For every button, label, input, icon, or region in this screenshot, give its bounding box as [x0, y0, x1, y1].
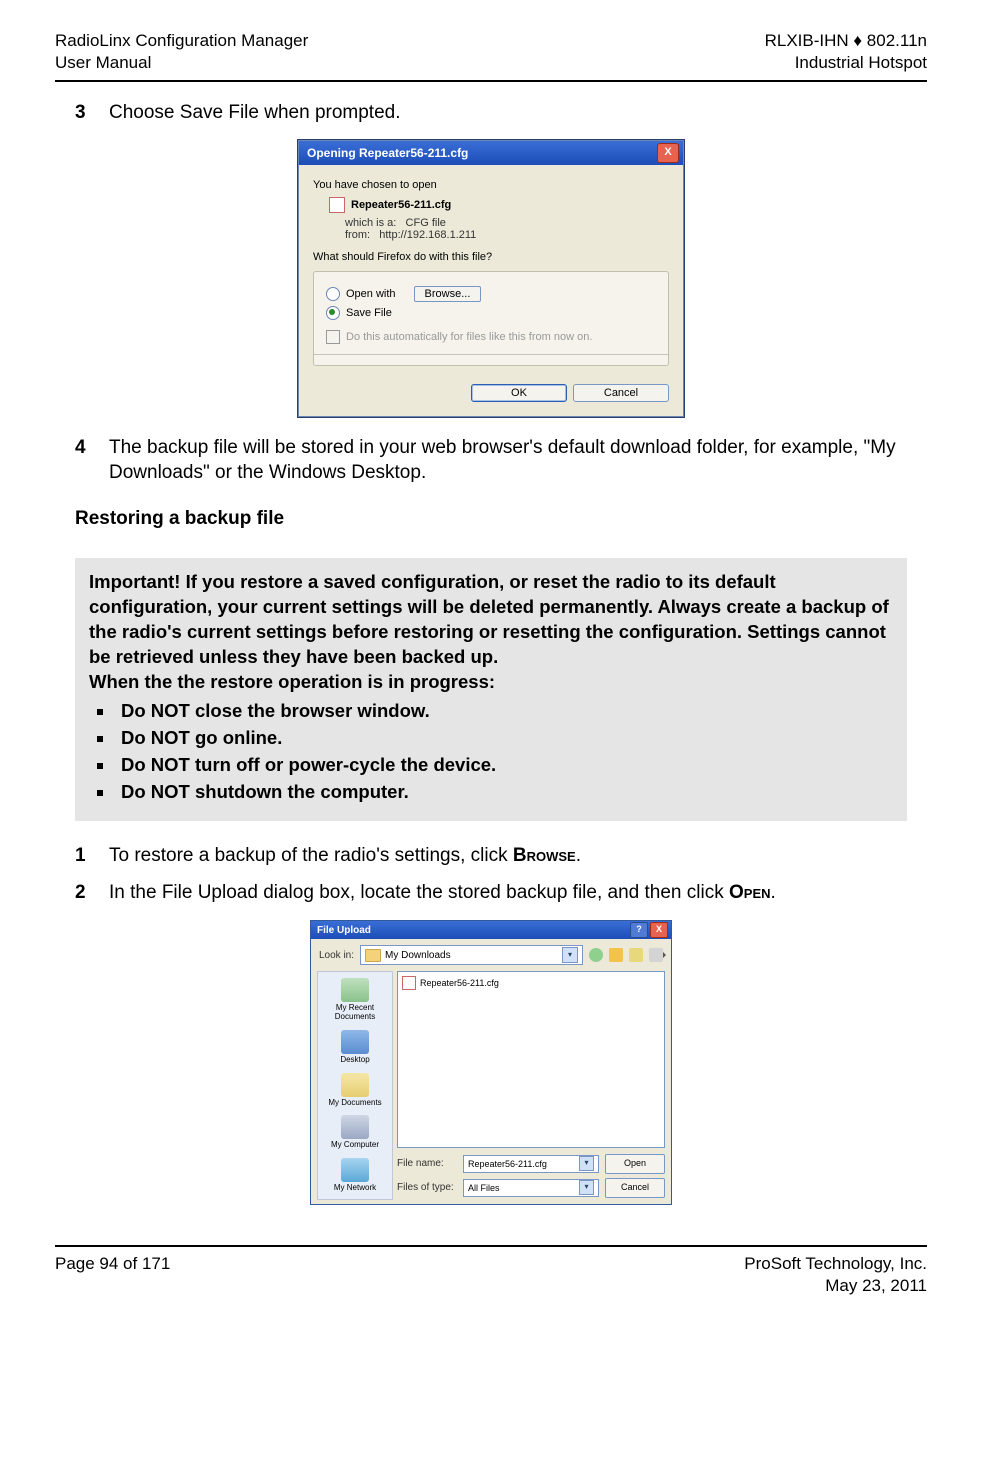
- footer-page-number: Page 94 of 171: [55, 1253, 170, 1297]
- auto-label: Do this automatically for files like thi…: [346, 331, 592, 343]
- dialog1-titlebar: Opening Repeater56-211.cfg X: [299, 141, 683, 165]
- chevron-down-icon[interactable]: ▾: [562, 947, 578, 963]
- page-header: RadioLinx Configuration Manager User Man…: [55, 30, 927, 74]
- file-list[interactable]: Repeater56-211.cfg: [397, 971, 665, 1148]
- step-4-number: 4: [75, 435, 109, 486]
- save-file-label: Save File: [346, 307, 392, 319]
- restore-step-1-post: .: [576, 845, 581, 866]
- file-upload-dialog: File Upload ? X Look in: My Downloads ▾: [310, 920, 672, 1205]
- open-with-radio[interactable]: [326, 287, 340, 301]
- look-in-combo[interactable]: My Downloads ▾: [360, 945, 583, 965]
- footer-company: ProSoft Technology, Inc.: [744, 1253, 927, 1275]
- step-3: 3 Choose Save File when prompted.: [75, 100, 907, 126]
- places-documents[interactable]: My Documents: [328, 1073, 381, 1108]
- restore-step-2-button-ref: Open: [729, 882, 771, 903]
- look-in-label: Look in:: [319, 950, 354, 961]
- my-network-icon: [341, 1158, 369, 1182]
- up-folder-icon[interactable]: [609, 948, 623, 962]
- header-left-line2: User Manual: [55, 52, 308, 74]
- which-is-value: CFG file: [406, 217, 446, 229]
- note-bullet-2: Do NOT go online.: [115, 726, 893, 751]
- step-4-text: The backup file will be stored in your w…: [109, 435, 907, 486]
- filetype-label: Files of type:: [397, 1182, 457, 1193]
- header-right-line1: RLXIB-IHN ♦ 802.11n: [765, 30, 927, 52]
- file-list-item-name: Repeater56-211.cfg: [420, 978, 499, 988]
- note-bullet-3: Do NOT turn off or power-cycle the devic…: [115, 753, 893, 778]
- restore-step-2-number: 2: [75, 880, 109, 906]
- note-paragraph-2: When the the restore operation is in pro…: [89, 670, 893, 695]
- open-button[interactable]: Open: [605, 1154, 665, 1174]
- my-computer-icon: [341, 1115, 369, 1139]
- note-paragraph-1: Important! If you restore a saved config…: [89, 570, 893, 670]
- browse-button[interactable]: Browse...: [414, 286, 482, 302]
- page-footer: Page 94 of 171 ProSoft Technology, Inc. …: [55, 1253, 927, 1297]
- restore-step-1-button-ref: Browse: [513, 845, 576, 866]
- new-folder-icon[interactable]: [629, 948, 643, 962]
- restore-step-2-pre: In the File Upload dialog box, locate th…: [109, 882, 729, 903]
- look-in-value: My Downloads: [385, 950, 451, 961]
- dialog1-action-panel: Open with Browse... Save File Do this au…: [313, 271, 669, 366]
- header-rule: [55, 80, 927, 82]
- save-file-dialog: Opening Repeater56-211.cfg X You have ch…: [298, 140, 684, 417]
- ok-button[interactable]: OK: [471, 384, 567, 402]
- cancel-button[interactable]: Cancel: [573, 384, 669, 402]
- places-computer[interactable]: My Computer: [331, 1115, 379, 1150]
- step-4: 4 The backup file will be stored in your…: [75, 435, 907, 486]
- desktop-icon: [341, 1030, 369, 1054]
- step-3-text: Choose Save File when prompted.: [109, 100, 907, 126]
- auto-checkbox[interactable]: [326, 330, 340, 344]
- places-recent[interactable]: My Recent Documents: [320, 978, 390, 1022]
- cancel-button[interactable]: Cancel: [605, 1178, 665, 1198]
- dialog1-filename: Repeater56-211.cfg: [351, 199, 451, 211]
- help-icon[interactable]: ?: [630, 922, 648, 938]
- note-bullet-1: Do NOT close the browser window.: [115, 699, 893, 724]
- restore-step-1-pre: To restore a backup of the radio's setti…: [109, 845, 513, 866]
- folder-icon: [365, 949, 381, 962]
- header-right-line2: Industrial Hotspot: [765, 52, 927, 74]
- dialog1-question: What should Firefox do with this file?: [313, 251, 669, 263]
- which-is-label: which is a:: [345, 217, 396, 229]
- close-icon[interactable]: X: [650, 922, 668, 938]
- important-note-box: Important! If you restore a saved config…: [75, 558, 907, 821]
- step-3-number: 3: [75, 100, 109, 126]
- restore-step-1: 1 To restore a backup of the radio's set…: [75, 843, 907, 869]
- footer-rule: [55, 1245, 927, 1247]
- dialog1-title-text: Opening Repeater56-211.cfg: [307, 146, 468, 160]
- filename-label: File name:: [397, 1158, 457, 1169]
- recent-documents-icon: [341, 978, 369, 1002]
- view-menu-icon[interactable]: [649, 948, 663, 962]
- cfg-file-icon: [329, 197, 345, 213]
- file-list-item[interactable]: Repeater56-211.cfg: [402, 976, 660, 990]
- places-bar: My Recent Documents Desktop My Documents…: [317, 971, 393, 1200]
- restoring-heading: Restoring a backup file: [75, 508, 907, 530]
- cfg-file-icon: [402, 976, 416, 990]
- places-network[interactable]: My Network: [334, 1158, 376, 1193]
- filename-input[interactable]: Repeater56-211.cfg▾: [463, 1155, 599, 1173]
- restore-step-2: 2 In the File Upload dialog box, locate …: [75, 880, 907, 906]
- dialog2-title-text: File Upload: [317, 925, 371, 936]
- chevron-down-icon[interactable]: ▾: [579, 1156, 594, 1171]
- chevron-down-icon[interactable]: ▾: [579, 1180, 594, 1195]
- restore-step-1-number: 1: [75, 843, 109, 869]
- note-bullet-4: Do NOT shutdown the computer.: [115, 780, 893, 805]
- dialog1-separator: [314, 354, 668, 355]
- places-desktop[interactable]: Desktop: [340, 1030, 369, 1065]
- filetype-combo[interactable]: All Files▾: [463, 1179, 599, 1197]
- restore-step-2-post: .: [771, 882, 776, 903]
- close-icon[interactable]: X: [657, 143, 679, 163]
- back-icon[interactable]: [589, 948, 603, 962]
- open-with-label: Open with: [346, 288, 396, 300]
- from-label: from:: [345, 229, 370, 241]
- header-left-line1: RadioLinx Configuration Manager: [55, 30, 308, 52]
- footer-date: May 23, 2011: [744, 1275, 927, 1297]
- from-value: http://192.168.1.211: [379, 229, 476, 241]
- save-file-radio[interactable]: [326, 306, 340, 320]
- my-documents-icon: [341, 1073, 369, 1097]
- dialog1-chosen-label: You have chosen to open: [313, 179, 669, 191]
- dialog2-titlebar: File Upload ? X: [311, 921, 671, 939]
